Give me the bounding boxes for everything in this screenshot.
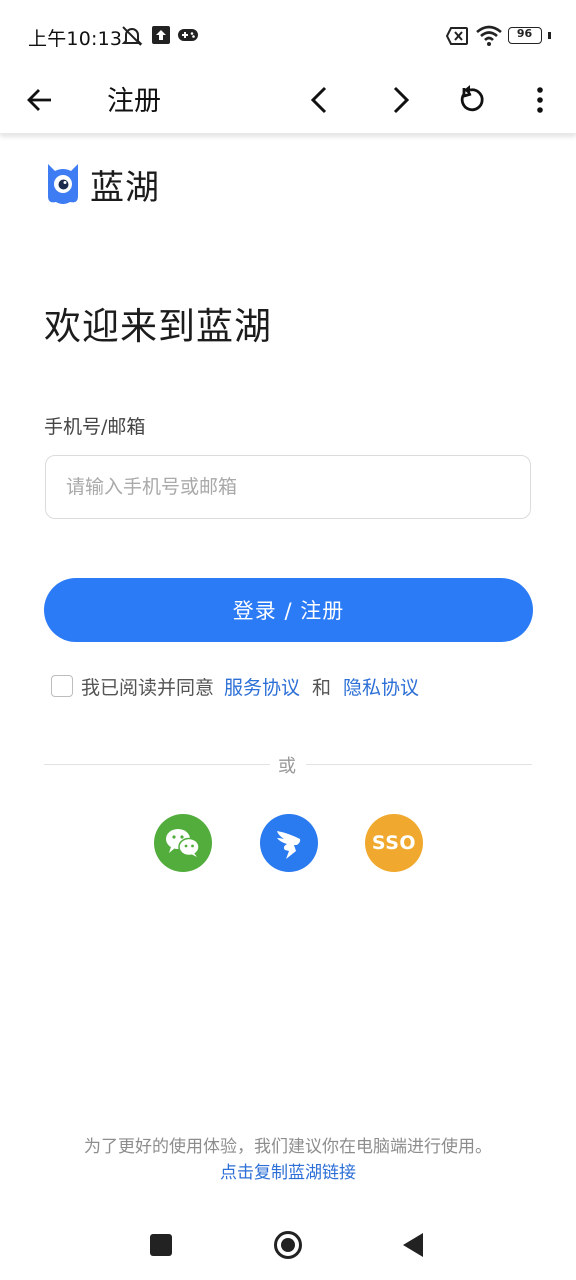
copy-lanhu-link[interactable]: 点击复制蓝湖链接 bbox=[0, 1158, 576, 1183]
browser-forward-button[interactable] bbox=[376, 76, 424, 124]
lanhu-mascot-icon bbox=[48, 164, 78, 204]
divider-line-left bbox=[44, 764, 270, 765]
agreement-and: 和 bbox=[312, 676, 332, 699]
welcome-heading: 欢迎来到蓝湖 bbox=[44, 305, 272, 348]
agree-checkbox[interactable] bbox=[51, 675, 73, 697]
sso-login-button[interactable]: SSO bbox=[365, 814, 423, 872]
chevron-right-icon bbox=[393, 86, 410, 114]
recent-apps-button[interactable] bbox=[144, 1228, 178, 1262]
more-vertical-icon bbox=[537, 87, 543, 113]
service-agreement-link[interactable]: 服务协议 bbox=[224, 673, 300, 700]
wifi-icon bbox=[476, 25, 502, 51]
status-time: 上午10:13 bbox=[28, 28, 123, 50]
square-icon bbox=[150, 1234, 172, 1256]
dingtalk-icon bbox=[277, 831, 301, 859]
or-divider-text: 或 bbox=[278, 756, 296, 777]
game-controller-icon bbox=[178, 27, 198, 47]
logo-text: 蓝湖 bbox=[90, 167, 160, 208]
dingtalk-login-button[interactable] bbox=[260, 814, 318, 872]
page-title: 注册 bbox=[107, 86, 161, 117]
upload-notification-icon bbox=[152, 26, 170, 48]
brand-logo: 蓝湖 bbox=[44, 160, 160, 208]
refresh-icon bbox=[460, 85, 484, 112]
account-input[interactable] bbox=[45, 455, 531, 519]
home-circle-icon bbox=[274, 1231, 302, 1259]
nav-bar: 注册 bbox=[0, 64, 576, 134]
more-menu-button[interactable] bbox=[516, 76, 564, 124]
back-button[interactable] bbox=[16, 76, 64, 124]
system-back-button[interactable] bbox=[396, 1228, 430, 1262]
chevron-left-icon bbox=[310, 86, 327, 114]
browser-back-button[interactable] bbox=[296, 76, 344, 124]
battery-icon: 96 bbox=[508, 27, 552, 48]
mute-bell-icon bbox=[120, 25, 144, 51]
battery-level: 96 bbox=[516, 27, 533, 40]
status-bar: 上午10:13 96 bbox=[0, 0, 576, 72]
wechat-login-button[interactable] bbox=[154, 814, 212, 872]
agreement-prefix: 我已阅读并同意 bbox=[81, 676, 215, 699]
triangle-back-icon bbox=[403, 1233, 423, 1257]
home-button[interactable] bbox=[271, 1228, 305, 1262]
divider-line-right bbox=[306, 764, 532, 765]
login-register-button[interactable]: 登录 / 注册 bbox=[44, 578, 533, 642]
account-field-label: 手机号/邮箱 bbox=[44, 416, 146, 438]
privacy-agreement-link[interactable]: 隐私协议 bbox=[343, 673, 419, 700]
sim-no-signal-icon bbox=[445, 27, 468, 49]
refresh-button[interactable] bbox=[446, 76, 494, 124]
wechat-icon bbox=[166, 829, 200, 857]
arrow-left-icon bbox=[27, 89, 51, 111]
agreement-row: 我已阅读并同意 服务协议 和 隐私协议 bbox=[51, 672, 419, 700]
desktop-recommendation-tip: 为了更好的使用体验，我们建议你在电脑端进行使用。 bbox=[84, 1137, 492, 1157]
